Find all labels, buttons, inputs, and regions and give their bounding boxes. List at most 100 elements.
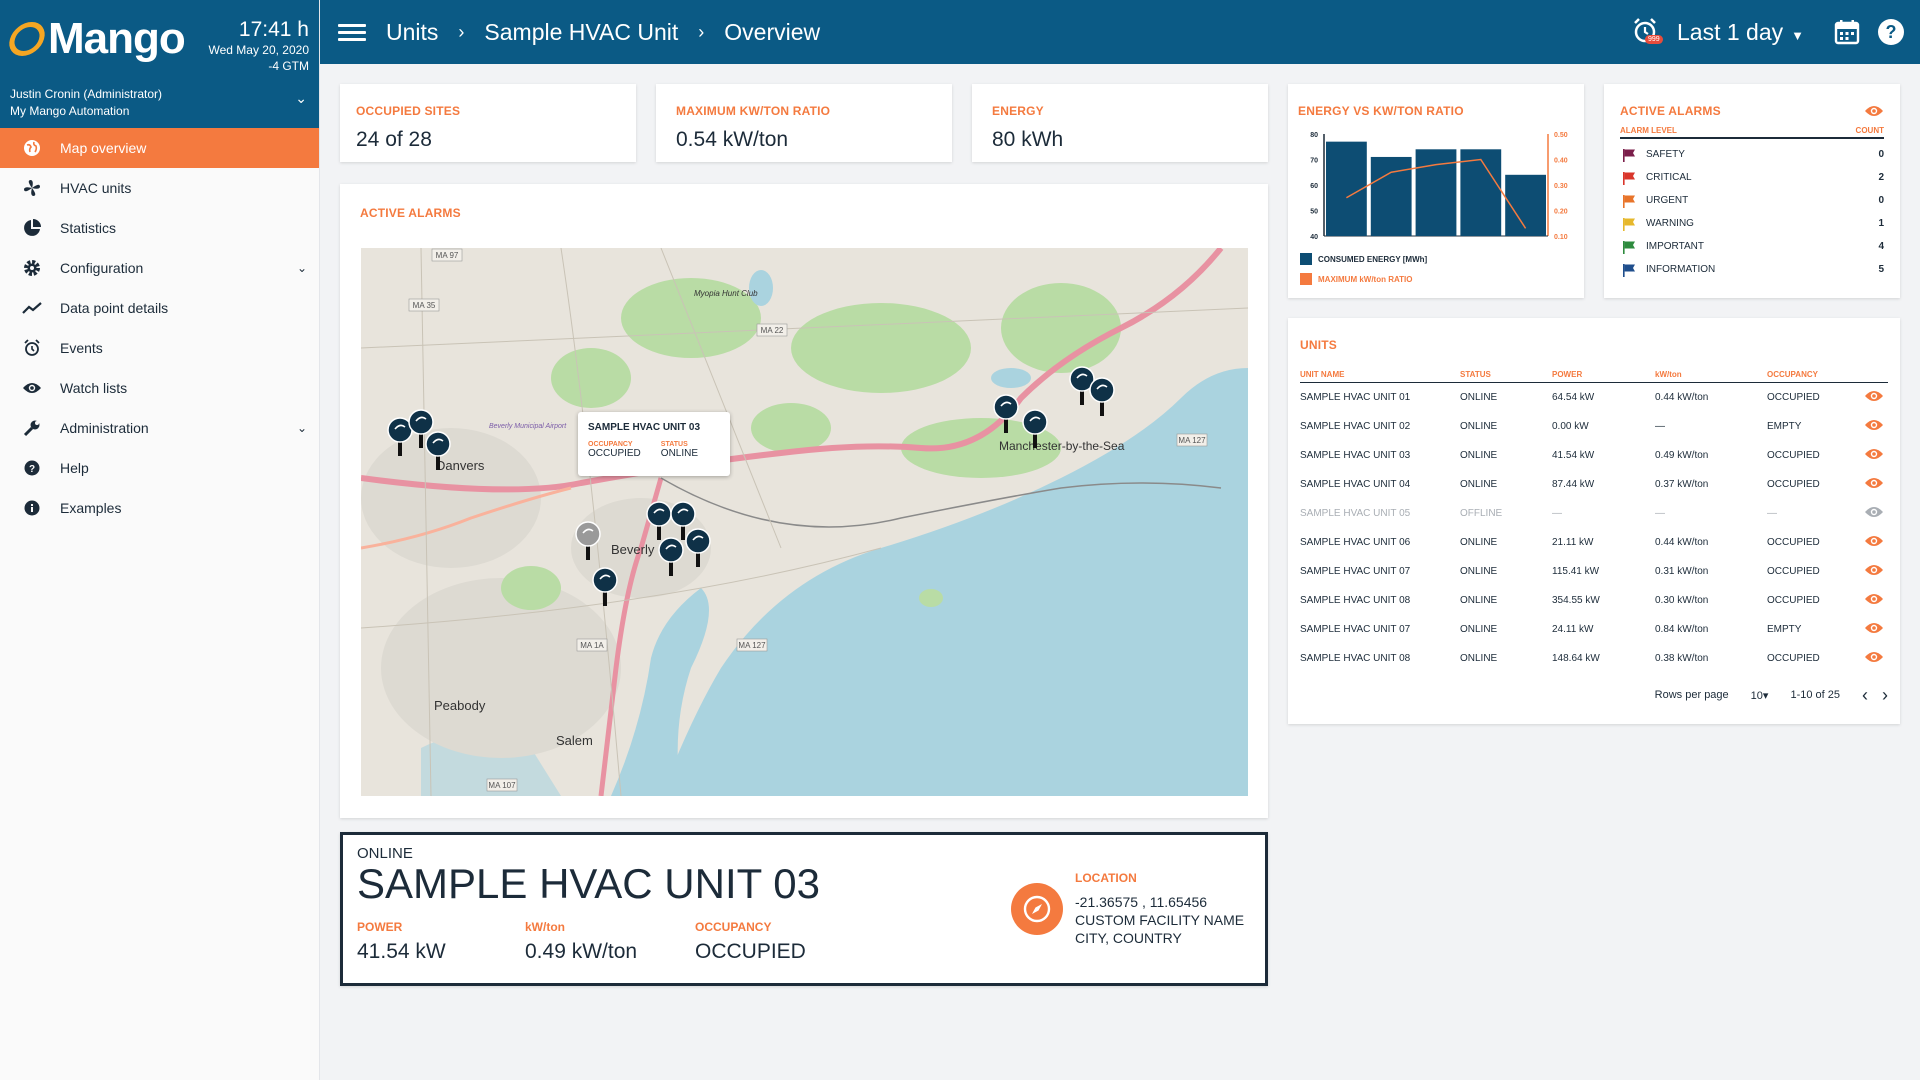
table-row[interactable]: SAMPLE HVAC UNIT 05 OFFLINE — — — [1300,499,1888,528]
col-occupancy[interactable]: OCCUPANCY [1767,370,1864,383]
nav-item-help[interactable]: ? Help [0,448,319,488]
table-row[interactable]: SAMPLE HVAC UNIT 08 ONLINE 148.64 kW 0.38 k… [1300,644,1888,673]
breadcrumb-unit[interactable]: Sample HVAC Unit [484,19,678,46]
alarm-row-critical[interactable]: CRITICAL 2 [1620,166,1884,189]
alarm-count-badge: 999 [1644,35,1663,44]
cell-status: ONLINE [1460,536,1498,548]
y-tick-label-right: 0.20 [1554,209,1568,216]
nav-item-administration[interactable]: Administration ⌄ [0,408,319,448]
y-tick-label-left: 40 [1310,234,1318,241]
cell-status: ONLINE [1460,391,1498,403]
chevron-down-icon[interactable]: ⌄ [295,90,307,107]
energy-chart: 80 70 60 50 40 0.50 0.40 0.30 0.20 0.10 [1310,132,1568,241]
marker-head [658,537,684,563]
eye-icon[interactable] [1864,621,1884,635]
col-kwton[interactable]: kW/ton [1655,370,1767,383]
eye-icon[interactable] [1864,534,1884,548]
toolbar: 999 Last 1 day ▼ ? [1631,0,1904,64]
breadcrumb-units[interactable]: Units [386,19,438,46]
alarm-clock-icon[interactable]: 999 [1631,17,1663,47]
eye-icon[interactable] [1864,447,1884,461]
eye-icon[interactable] [1864,476,1884,490]
y-tick-label-left: 70 [1310,158,1318,165]
bar [1460,149,1502,236]
cell-power: 21.11 kW [1552,536,1594,548]
eye-icon[interactable] [1864,104,1884,118]
cell-unit-name: SAMPLE HVAC UNIT 04 [1300,478,1411,490]
table-header: UNIT NAME STATUS POWER kW/ton OCCUPANCY [1300,370,1888,383]
help-icon[interactable]: ? [1878,19,1904,45]
unit-detail-card: ONLINE SAMPLE HVAC UNIT 03 POWER 41.54 k… [340,832,1268,986]
stat-value: 24 of 28 [356,128,432,151]
clock-date: Wed May 20, 2020 [208,43,309,57]
y-tick-label-left: 60 [1310,183,1318,190]
cell-occupancy: OCCUPIED [1767,449,1820,461]
col-actions [1864,370,1888,383]
eye-icon[interactable] [1864,592,1884,606]
eye-icon[interactable] [1864,389,1884,403]
eye-icon[interactable] [1864,650,1884,664]
nav-item-configuration[interactable]: Configuration ⌄ [0,248,319,288]
table-row[interactable]: SAMPLE HVAC UNIT 01 ONLINE 64.54 kW 0.44 kW… [1300,383,1888,412]
stat-title: MAXIMUM kW/ton RATIO [676,104,831,118]
eye-icon[interactable] [1864,563,1884,577]
clock: 17:41 h Wed May 20, 2020 -4 GTM [208,18,309,74]
col-unit-name[interactable]: UNIT NAME [1300,370,1460,383]
cell-unit-name: SAMPLE HVAC UNIT 05 [1300,507,1411,519]
alarm-row-urgent[interactable]: URGENT 0 [1620,189,1884,212]
info-icon [22,498,42,518]
table-row[interactable]: SAMPLE HVAC UNIT 03 ONLINE 41.54 kW 0.49 kW… [1300,441,1888,470]
eye-icon[interactable] [1864,505,1884,519]
road-shield: MA 1A [576,638,608,652]
user-menu[interactable]: Justin Cronin (Administrator) My Mango A… [10,86,162,120]
cell-status: ONLINE [1460,652,1498,664]
stat-value: 0.54 kW/ton [676,128,789,151]
alarm-row-important[interactable]: IMPORTANT 4 [1620,235,1884,258]
table-row[interactable]: SAMPLE HVAC UNIT 04 ONLINE 87.44 kW 0.37 kW… [1300,470,1888,499]
map-town-label: Beverly [611,542,655,557]
popup-status-value: ONLINE [660,448,699,459]
hamburger-menu-icon[interactable] [338,23,366,41]
detail-power-label: POWER [357,920,403,934]
cell-unit-name: SAMPLE HVAC UNIT 02 [1300,420,1411,432]
cell-kwton: — [1655,507,1665,519]
period-selector[interactable]: Last 1 day ▼ [1677,19,1804,46]
nav-item-statistics[interactable]: Statistics [0,208,319,248]
road-shield-label: MA 127 [1178,436,1206,445]
nav-item-examples[interactable]: Examples [0,488,319,528]
col-power[interactable]: POWER [1552,370,1655,383]
nav-item-watch-lists[interactable]: Watch lists [0,368,319,408]
chevron-right-icon[interactable]: › [1882,685,1888,706]
alarm-map[interactable]: MA 97 MA 35 MA 22 MA 127 MA 127 MA 1A MA 107 Da… [361,248,1248,796]
detail-location: LOCATION -21.36575 , 11.65456 CUSTOM FAC… [1075,869,1244,947]
chevron-left-icon[interactable]: ‹ [1862,685,1868,706]
cell-occupancy: EMPTY [1767,623,1802,635]
table-row[interactable]: SAMPLE HVAC UNIT 06 ONLINE 21.11 kW 0.44 kW… [1300,528,1888,557]
table-row[interactable]: SAMPLE HVAC UNIT 08 ONLINE 354.55 kW 0.30 k… [1300,586,1888,615]
alarm-row-warning[interactable]: WARNING 1 [1620,212,1884,235]
chevron-right-icon: › [698,21,705,42]
table-row[interactable]: SAMPLE HVAC UNIT 07 ONLINE 24.11 kW 0.84 kW… [1300,615,1888,644]
alarm-row-information[interactable]: INFORMATION 5 [1620,258,1884,281]
nav-item-data-point-details[interactable]: Data point details [0,288,319,328]
chevron-down-icon[interactable]: ⌄ [297,421,307,435]
table-row[interactable]: SAMPLE HVAC UNIT 07 ONLINE 115.41 kW 0.31 k… [1300,557,1888,586]
nav-item-map-overview[interactable]: Map overview [0,128,319,168]
rows-per-page-select[interactable]: 10▾ [1751,689,1769,702]
chevron-down-icon[interactable]: ⌄ [297,261,307,275]
calendar-icon[interactable] [1834,19,1860,45]
road-shield: MA 107 [486,778,518,792]
col-status[interactable]: STATUS [1460,370,1552,383]
road-shield: MA 127 [1176,433,1208,447]
nav-item-hvac-units[interactable]: HVAC units [0,168,319,208]
nav-label: Administration [60,420,149,436]
y-tick-label-right: 0.10 [1554,234,1568,241]
alarm-row-safety[interactable]: SAFETY 0 [1620,143,1884,166]
user-name: Justin Cronin (Administrator) [10,87,163,101]
fan-icon [22,178,42,198]
table-row[interactable]: SAMPLE HVAC UNIT 02 ONLINE 0.00 kW — EMPTY [1300,412,1888,441]
nav-item-events[interactable]: Events [0,328,319,368]
eye-icon[interactable] [1864,418,1884,432]
map-popup[interactable]: SAMPLE HVAC UNIT 03 OCCUPANCY OCCUPIED S… [578,412,730,476]
mango-logo[interactable]: Mango [5,14,186,64]
